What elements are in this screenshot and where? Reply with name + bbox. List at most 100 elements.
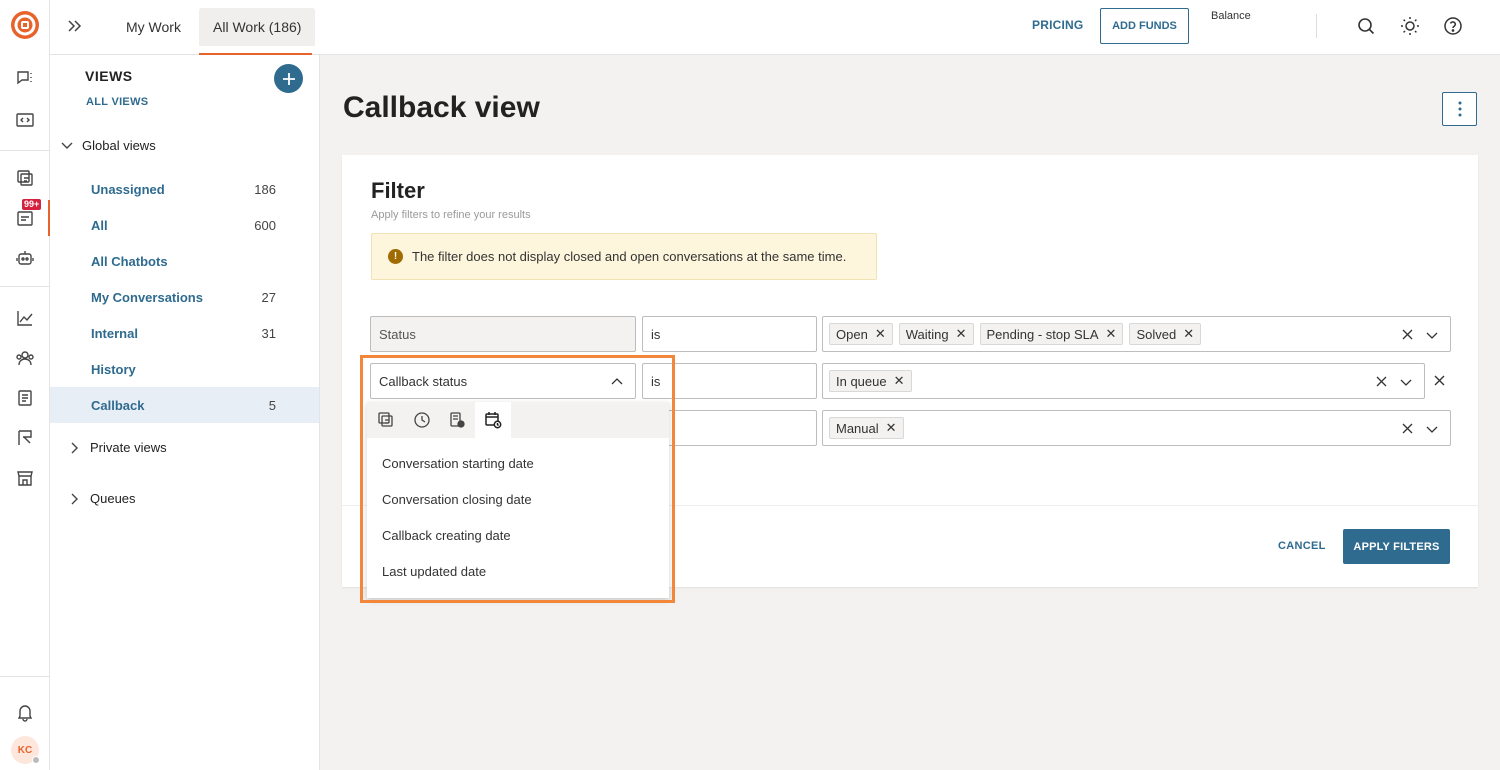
remove-chip-icon[interactable]: ✕ bbox=[956, 326, 967, 342]
calendar-clock-icon bbox=[485, 412, 502, 429]
knowledge-book-icon[interactable] bbox=[13, 386, 37, 410]
analytics-icon[interactable] bbox=[13, 306, 37, 330]
bot-icon[interactable] bbox=[13, 246, 37, 270]
view-item-callback[interactable]: Callback 5 bbox=[50, 387, 319, 423]
apply-filters-button[interactable]: APPLY FILTERS bbox=[1343, 529, 1450, 564]
theme-sun-icon[interactable] bbox=[1399, 15, 1421, 37]
bell-icon[interactable] bbox=[13, 700, 37, 724]
view-item-all-chatbots[interactable]: All Chatbots bbox=[50, 243, 319, 279]
view-item-count: 5 bbox=[268, 397, 276, 413]
icon-rail: 99+ KC bbox=[0, 0, 50, 770]
balance-label: Balance bbox=[1211, 10, 1251, 22]
remove-chip-icon[interactable]: ✕ bbox=[1106, 326, 1117, 342]
view-item-label: My Conversations bbox=[91, 289, 203, 305]
remove-filter-row-icon[interactable] bbox=[1433, 374, 1446, 387]
chevron-up-icon[interactable] bbox=[611, 376, 623, 388]
dropdown-tab-conversation[interactable] bbox=[368, 402, 404, 438]
campaigns-icon[interactable] bbox=[13, 426, 37, 450]
global-views-label: Global views bbox=[82, 138, 156, 153]
filter-values-multiselect[interactable]: Open ✕ Waiting ✕ Pending - stop SLA ✕ Solve… bbox=[822, 316, 1451, 352]
view-item-unassigned[interactable]: Unassigned 186 bbox=[50, 171, 319, 207]
view-item-my-conversations[interactable]: My Conversations 27 bbox=[50, 279, 319, 315]
value-chip: Pending - stop SLA ✕ bbox=[979, 323, 1124, 345]
conversations-icon[interactable] bbox=[13, 166, 37, 190]
filter-values-multiselect[interactable]: Manual ✕ bbox=[822, 410, 1451, 446]
remove-chip-icon[interactable]: ✕ bbox=[1183, 326, 1194, 342]
global-views-toggle[interactable]: Global views bbox=[60, 138, 156, 153]
warning-text: The filter does not display closed and o… bbox=[412, 249, 847, 264]
queues-toggle[interactable]: Queues bbox=[68, 491, 136, 506]
dropdown-option[interactable]: Callback creating date bbox=[382, 528, 511, 543]
kebab-menu-icon bbox=[1458, 101, 1461, 117]
remove-chip-icon[interactable]: ✕ bbox=[894, 373, 905, 389]
more-options-button[interactable] bbox=[1442, 92, 1477, 126]
dropdown-option[interactable]: Conversation closing date bbox=[382, 492, 532, 507]
queues-label: Queues bbox=[90, 491, 136, 506]
view-item-label: Callback bbox=[91, 397, 145, 413]
cancel-button[interactable]: CANCEL bbox=[1278, 540, 1326, 552]
filter-operator-select[interactable]: is bbox=[642, 316, 817, 352]
tab-all-work[interactable]: All Work (186) bbox=[199, 8, 316, 46]
dropdown-option[interactable]: Conversation starting date bbox=[382, 456, 534, 471]
help-icon[interactable] bbox=[1442, 15, 1464, 37]
brand-logo-icon[interactable] bbox=[10, 10, 40, 40]
page-title: Callback view bbox=[343, 91, 540, 124]
remove-chip-icon[interactable]: ✕ bbox=[886, 420, 897, 436]
chevron-down-icon[interactable] bbox=[1426, 329, 1438, 341]
notification-badge: 99+ bbox=[22, 199, 42, 210]
chevron-down-icon[interactable] bbox=[1426, 423, 1438, 435]
store-icon[interactable] bbox=[13, 466, 37, 490]
chat-bubble-icon[interactable] bbox=[13, 66, 37, 90]
view-item-history[interactable]: History bbox=[50, 351, 319, 387]
contacts-icon[interactable] bbox=[13, 346, 37, 370]
filter-operator-select[interactable]: is bbox=[642, 363, 817, 399]
add-view-button[interactable] bbox=[274, 64, 303, 93]
view-item-label: Internal bbox=[91, 325, 138, 341]
view-item-label: History bbox=[91, 361, 136, 377]
filter-values-multiselect[interactable]: In queue ✕ bbox=[822, 363, 1425, 399]
view-item-label: All bbox=[91, 217, 108, 233]
value-chip: Waiting ✕ bbox=[898, 323, 974, 345]
warning-banner: ! The filter does not display closed and… bbox=[371, 233, 877, 280]
presence-indicator bbox=[32, 756, 40, 764]
clear-values-icon[interactable] bbox=[1375, 375, 1388, 388]
clock-icon bbox=[414, 412, 430, 428]
double-chevron-right-icon[interactable] bbox=[64, 16, 84, 36]
filter-field-select[interactable]: Callback status bbox=[370, 363, 636, 399]
view-item-label: Unassigned bbox=[91, 181, 165, 197]
code-window-icon[interactable] bbox=[13, 108, 37, 132]
dropdown-tab-status[interactable] bbox=[439, 402, 475, 438]
remove-chip-icon[interactable]: ✕ bbox=[875, 326, 886, 342]
chip-label: Manual bbox=[836, 420, 879, 436]
chip-label: In queue bbox=[836, 373, 887, 389]
filter-title: Filter bbox=[371, 178, 425, 203]
dropdown-category-tabs bbox=[367, 402, 669, 438]
chip-label: Solved bbox=[1136, 326, 1177, 342]
pricing-link[interactable]: PRICING bbox=[1032, 18, 1083, 32]
chevron-right-icon bbox=[71, 442, 78, 453]
clear-values-icon[interactable] bbox=[1401, 422, 1414, 435]
private-views-label: Private views bbox=[90, 440, 167, 455]
dropdown-tab-time[interactable] bbox=[404, 402, 440, 438]
document-status-icon bbox=[450, 412, 465, 428]
value-chip: Solved ✕ bbox=[1129, 323, 1202, 345]
topbar-divider bbox=[1316, 14, 1317, 38]
dropdown-tab-dates[interactable] bbox=[475, 402, 511, 438]
rail-divider bbox=[0, 676, 50, 677]
view-item-count: 600 bbox=[254, 217, 276, 233]
dropdown-option[interactable]: Last updated date bbox=[382, 564, 486, 579]
chevron-down-icon[interactable] bbox=[1400, 376, 1412, 388]
all-views-link[interactable]: ALL VIEWS bbox=[86, 96, 148, 108]
views-sidebar: VIEWS ALL VIEWS Global views Unassigned … bbox=[50, 55, 320, 770]
tab-my-work[interactable]: My Work bbox=[112, 8, 195, 46]
add-funds-button[interactable]: ADD FUNDS bbox=[1100, 8, 1189, 44]
private-views-toggle[interactable]: Private views bbox=[68, 440, 167, 455]
rail-divider bbox=[0, 286, 50, 287]
view-item-internal[interactable]: Internal 31 bbox=[50, 315, 319, 351]
chip-label: Pending - stop SLA bbox=[986, 326, 1099, 342]
filter-subtitle: Apply filters to refine your results bbox=[371, 209, 531, 221]
view-item-all[interactable]: All 600 bbox=[50, 207, 319, 243]
search-icon[interactable] bbox=[1355, 15, 1377, 37]
warning-icon: ! bbox=[388, 249, 403, 264]
clear-values-icon[interactable] bbox=[1401, 328, 1414, 341]
